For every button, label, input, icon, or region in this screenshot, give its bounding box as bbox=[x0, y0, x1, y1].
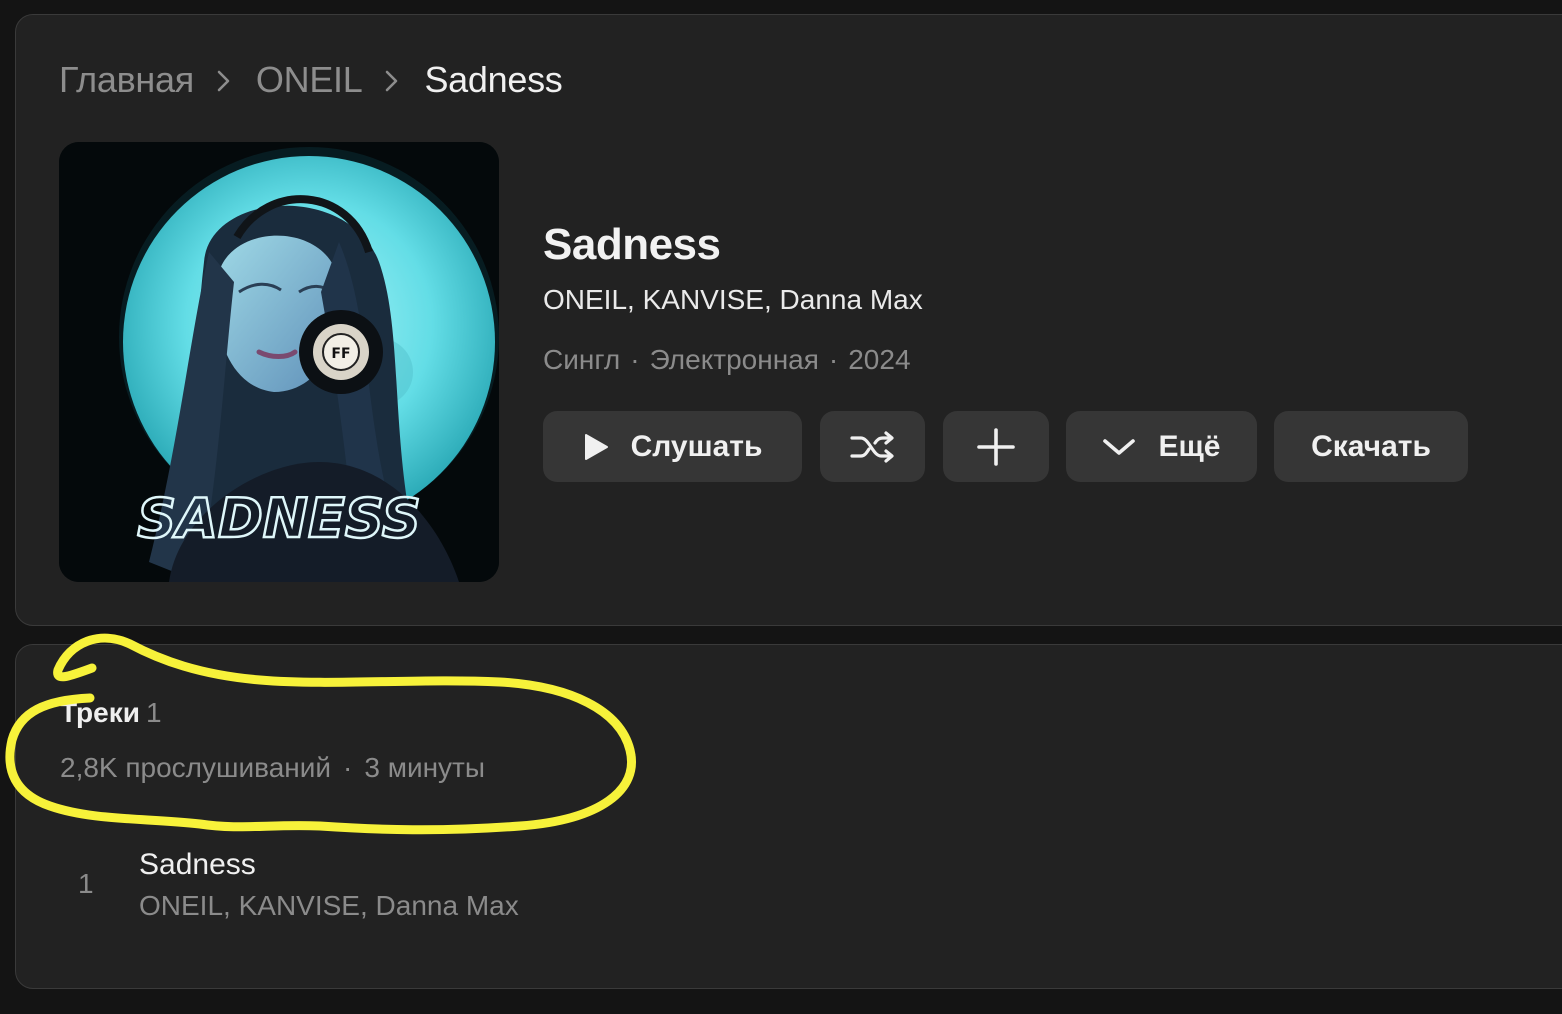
tracks-heading-label: Треки bbox=[60, 697, 140, 728]
chevron-right-icon bbox=[362, 58, 424, 102]
breadcrumb-artist-link[interactable]: ONEIL bbox=[256, 59, 363, 101]
track-number: 1 bbox=[78, 868, 94, 899]
svg-text:SADNESS: SADNESS bbox=[137, 487, 420, 550]
meta-separator: · bbox=[828, 344, 839, 375]
tracks-card bbox=[15, 644, 1562, 989]
tracks-heading: Треки 1 bbox=[60, 697, 162, 729]
plus-icon bbox=[976, 427, 1016, 467]
plays-count: 2,8K прослушиваний bbox=[60, 752, 332, 783]
track-title[interactable]: Sadness bbox=[139, 848, 256, 882]
release-meta: Сингл · Электронная · 2024 bbox=[543, 344, 911, 376]
breadcrumb-current: Sadness bbox=[424, 59, 563, 100]
play-button[interactable]: Слушать bbox=[543, 411, 802, 482]
add-to-library-button[interactable] bbox=[943, 411, 1049, 482]
shuffle-icon bbox=[849, 430, 897, 464]
chevron-down-icon bbox=[1102, 437, 1136, 457]
shuffle-button[interactable] bbox=[820, 411, 925, 482]
download-button[interactable]: Скачать bbox=[1274, 411, 1468, 482]
more-button-label: Ещё bbox=[1158, 429, 1221, 463]
total-duration: 3 минуты bbox=[364, 752, 485, 783]
album-cover-art: FF SADNESS bbox=[59, 142, 499, 582]
breadcrumb: Главная ONEIL Sadness bbox=[59, 58, 563, 102]
release-genre[interactable]: Электронная bbox=[650, 344, 819, 375]
release-year: 2024 bbox=[848, 344, 911, 375]
svg-text:FF: FF bbox=[331, 346, 350, 362]
tracks-stats: 2,8K прослушиваний · 3 минуты bbox=[60, 752, 485, 784]
stats-separator: · bbox=[343, 752, 353, 783]
meta-separator: · bbox=[630, 344, 640, 375]
download-button-label: Скачать bbox=[1311, 429, 1431, 463]
release-artists[interactable]: ONEIL, KANVISE, Danna Max bbox=[543, 284, 923, 316]
chevron-right-icon bbox=[194, 58, 256, 102]
play-button-label: Слушать bbox=[630, 429, 763, 463]
track-row[interactable]: 1 Sadness ONEIL, KANVISE, Danna Max bbox=[60, 840, 960, 930]
release-title: Sadness bbox=[543, 220, 721, 269]
album-cover[interactable]: FF SADNESS bbox=[59, 142, 499, 582]
tracks-count: 1 bbox=[145, 697, 162, 728]
track-artists[interactable]: ONEIL, KANVISE, Danna Max bbox=[139, 890, 519, 922]
breadcrumb-home-link[interactable]: Главная bbox=[59, 59, 194, 101]
play-icon bbox=[583, 433, 609, 461]
more-button[interactable]: Ещё bbox=[1066, 411, 1257, 482]
release-type: Сингл bbox=[543, 344, 621, 375]
